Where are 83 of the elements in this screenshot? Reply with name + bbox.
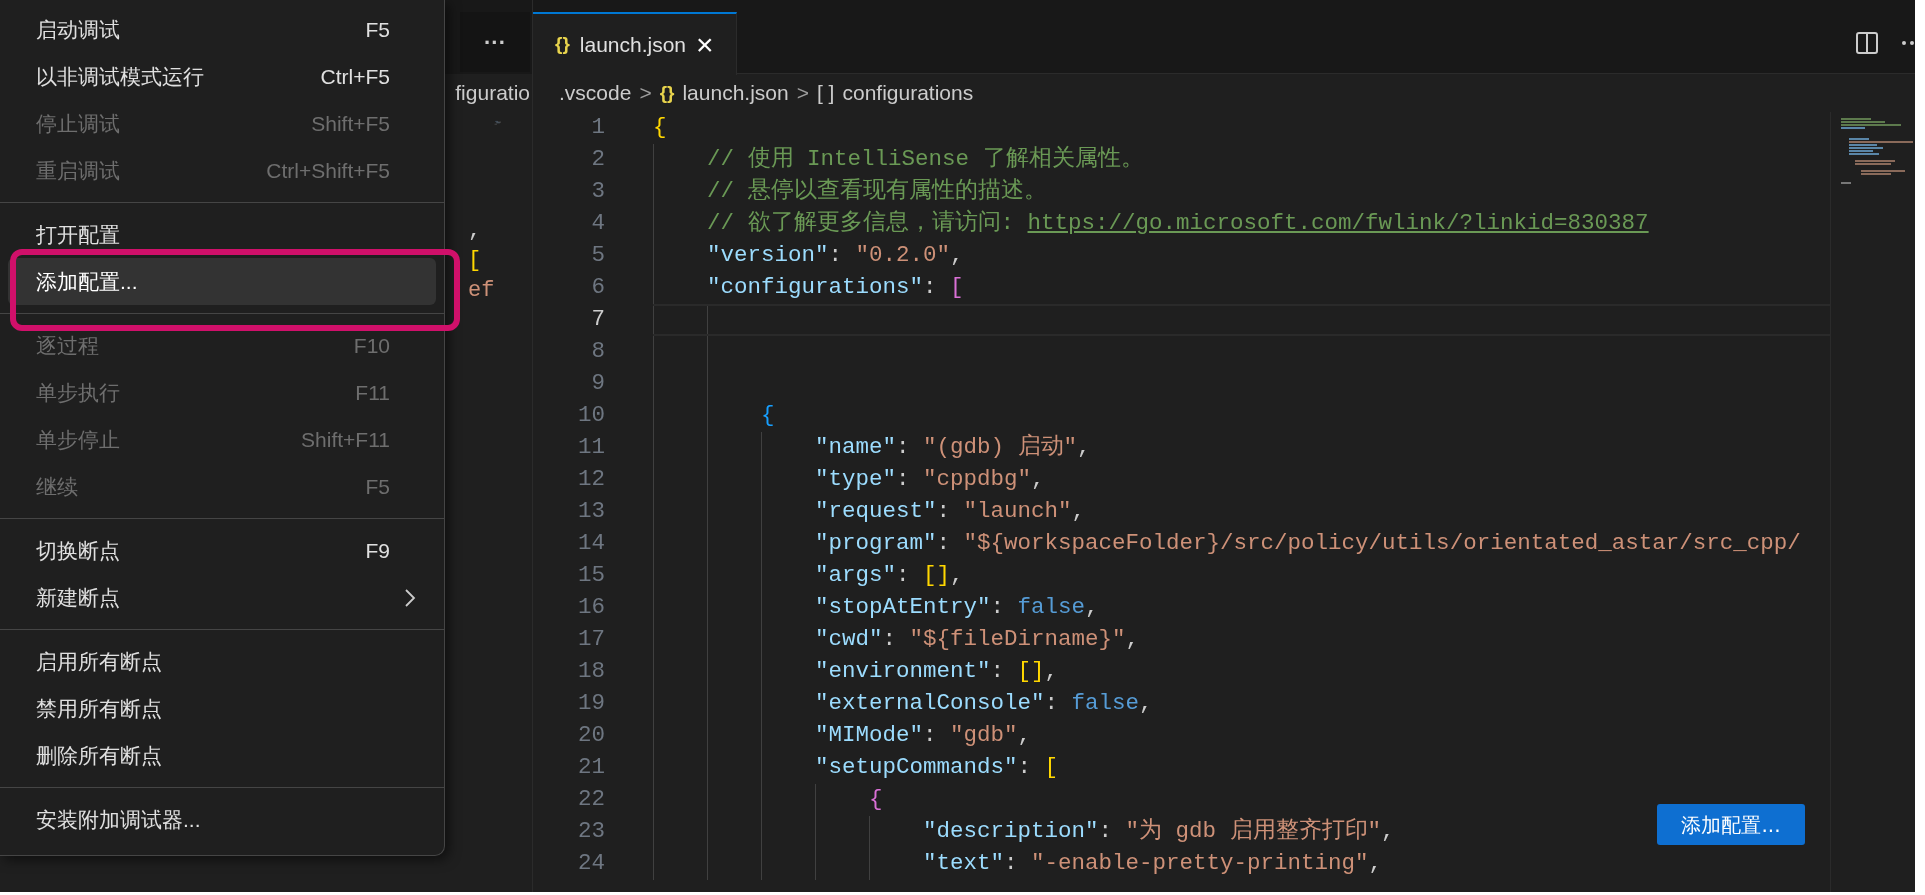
line-number: 6 <box>591 273 605 303</box>
code-line: { <box>761 401 775 431</box>
more-icon[interactable] <box>1901 39 1915 46</box>
line-number: 15 <box>578 561 605 591</box>
line-number: 11 <box>578 433 605 463</box>
line-number: 1 <box>591 113 605 143</box>
line-number: 13 <box>578 497 605 527</box>
menu-item[interactable]: 删除所有断点 <box>8 732 436 779</box>
tab-label: launch.json <box>579 31 687 58</box>
line-number: 9 <box>591 369 605 399</box>
close-icon[interactable]: × <box>696 29 714 60</box>
code-line: "version": "0.2.0", <box>707 241 964 271</box>
shortcut: Shift+F11 <box>301 426 390 453</box>
line-number: 12 <box>578 465 605 495</box>
line-number: 8 <box>591 337 605 367</box>
line-number: 21 <box>578 753 605 783</box>
breadcrumb-separator: > <box>796 80 809 107</box>
line-number: 10 <box>578 401 605 431</box>
line-number: 7 <box>591 305 605 335</box>
code-line: "name": "(gdb) 启动", <box>815 433 1091 463</box>
shortcut: F5 <box>365 473 390 500</box>
code-line: "text": "-enable-pretty-printing", <box>923 849 1383 879</box>
line-number: 3 <box>591 177 605 207</box>
menu-item[interactable]: 切换断点 F9 <box>8 527 436 574</box>
line-number: 20 <box>578 721 605 751</box>
shortcut: F5 <box>365 16 390 43</box>
line-number: 5 <box>591 241 605 271</box>
json-icon: {} <box>659 78 675 108</box>
line-number: 22 <box>578 785 605 815</box>
code-line: // 欲了解更多信息，请访问: https://go.microsoft.com/fwlink/?linkid=830387 <box>707 208 1649 239</box>
code-line: "args": [], <box>815 561 964 591</box>
shortcut: Ctrl+F5 <box>320 63 390 90</box>
line-number: 16 <box>578 593 605 623</box>
code-line: // 悬停以查看现有属性的描述。 <box>707 177 1047 207</box>
menu-item[interactable]: 以非调试模式运行 Ctrl+F5 <box>8 53 436 100</box>
code-line: "cwd": "${fileDirname}", <box>815 625 1140 655</box>
line-number: 4 <box>591 209 605 239</box>
menu-item[interactable]: 新建断点 <box>8 574 436 621</box>
shortcut: F11 <box>355 379 390 406</box>
code-line: "environment": [], <box>815 657 1059 687</box>
code-line: "MIMode": "gdb", <box>815 721 1032 751</box>
breadcrumb-item[interactable]: configurations <box>842 77 974 109</box>
line-number: 19 <box>578 689 605 719</box>
menu-item[interactable]: 打开配置 <box>8 211 436 258</box>
line-number: 23 <box>578 817 605 847</box>
editor-tab[interactable]: {} launch.json × <box>533 12 737 75</box>
array-icon: [ ] <box>816 77 835 109</box>
menu-item[interactable]: 安装附加调试器... <box>8 796 436 843</box>
code-line: { <box>653 113 667 143</box>
menu-item[interactable]: 禁用所有断点 <box>8 685 436 732</box>
line-number: 2 <box>591 145 605 175</box>
code-line: // 使用 IntelliSense 了解相关属性。 <box>707 145 1144 175</box>
menu-item[interactable]: 启用所有断点 <box>8 638 436 685</box>
code-fragment: ef <box>468 277 495 305</box>
code-line: "program": "${workspaceFolder}/src/policy/utils/orientated_astar/src_cpp/ <box>815 529 1801 559</box>
breadcrumb-item[interactable]: launch.json <box>682 77 789 109</box>
shortcut: Shift+F5 <box>311 110 390 137</box>
more-tabs-button[interactable]: ··· <box>460 12 530 72</box>
line-number: 17 <box>578 625 605 655</box>
line-number: 24 <box>578 849 605 879</box>
code-line: "type": "cppdbg", <box>815 465 1045 495</box>
json-icon: {} <box>555 30 570 59</box>
line-number: 14 <box>578 529 605 559</box>
shortcut: F9 <box>365 537 390 564</box>
breadcrumb-item[interactable]: figuratio <box>455 77 530 109</box>
code-line: "setupCommands": [ <box>815 753 1059 783</box>
code-line: { <box>869 785 883 815</box>
line-number: 18 <box>578 657 605 687</box>
code-line: "description": "为 gdb 启用整齐打印", <box>923 816 1395 847</box>
code-fragment: [ <box>468 247 483 275</box>
menu-item[interactable]: 启动调试 F5 <box>8 6 436 53</box>
code-line: "request": "launch", <box>815 497 1086 527</box>
add-configuration-button[interactable]: 添加配置... <box>1657 804 1805 845</box>
breadcrumb-separator: > <box>639 80 652 107</box>
code-fragment: , <box>468 217 483 245</box>
code-line: "stopAtEntry": false, <box>815 593 1099 623</box>
code-line: "configurations": [ <box>707 273 964 303</box>
menu-item[interactable]: 添加配置... <box>8 258 436 305</box>
shortcut: F10 <box>353 332 390 359</box>
breadcrumb-item[interactable]: .vscode <box>559 77 632 109</box>
code-line: "externalConsole": false, <box>815 689 1153 719</box>
split-editor-icon[interactable] <box>1855 30 1879 55</box>
shortcut: Ctrl+Shift+F5 <box>266 157 390 184</box>
